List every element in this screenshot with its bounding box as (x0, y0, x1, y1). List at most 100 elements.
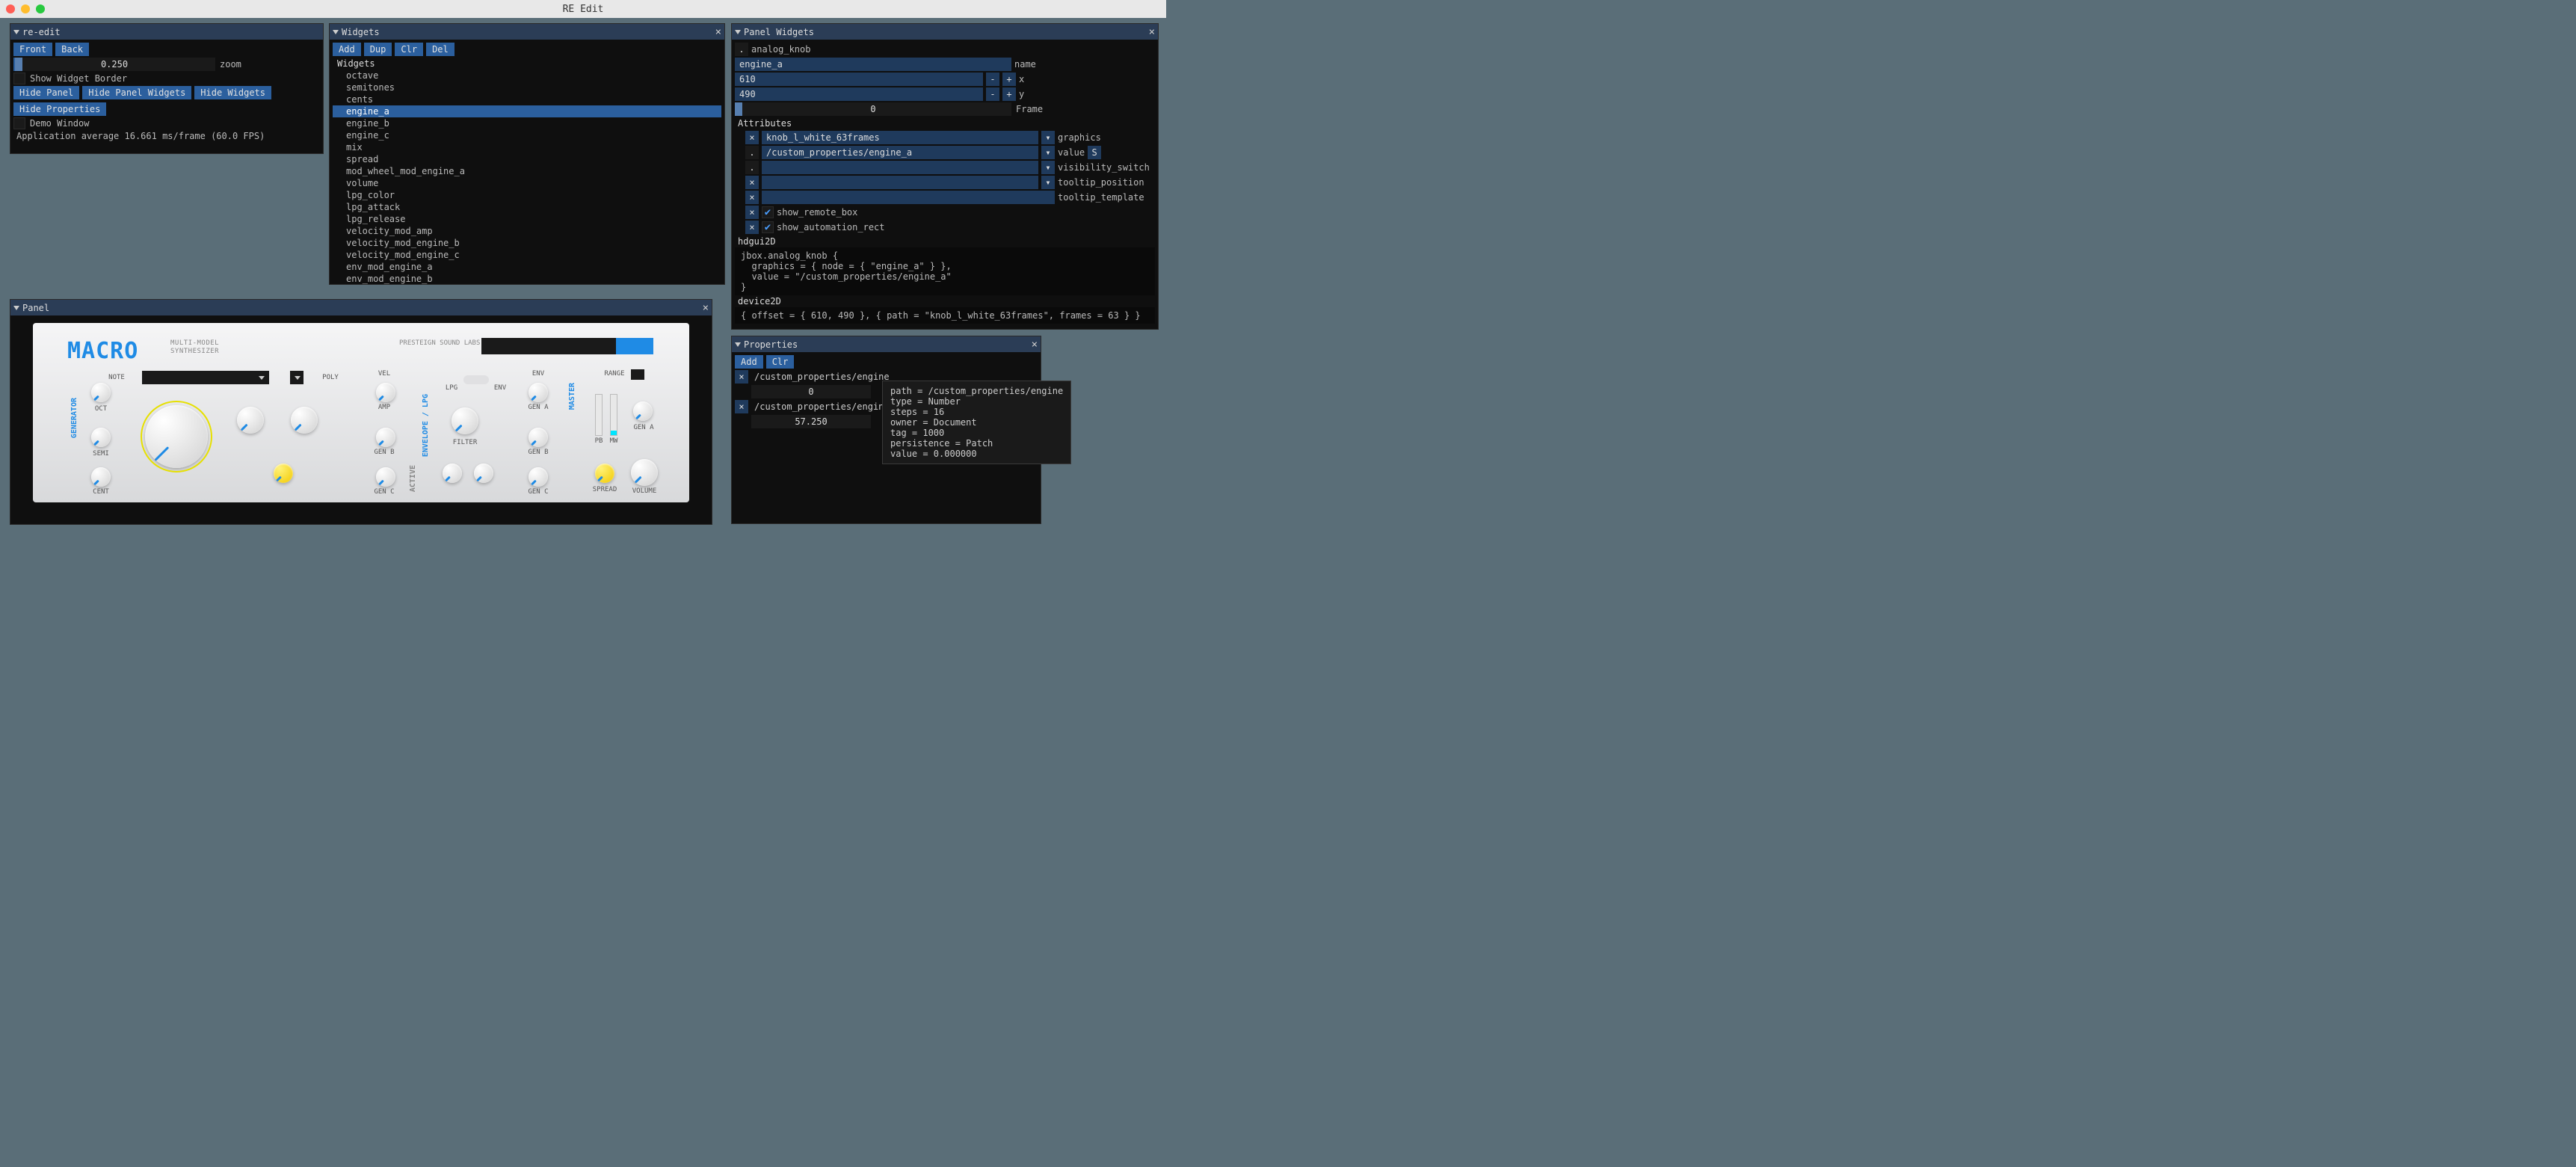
close-window-icon[interactable] (6, 4, 15, 13)
add-widget-button[interactable]: Add (333, 43, 361, 56)
attributes-header[interactable]: Attributes (735, 117, 1155, 129)
widget-item[interactable]: lpg_attack (333, 201, 721, 213)
widget-item[interactable]: mod_wheel_mod_engine_a (333, 165, 721, 177)
show-widget-border-checkbox[interactable] (13, 73, 25, 84)
cent-knob[interactable] (91, 467, 111, 487)
y-increment[interactable]: + (1002, 87, 1016, 101)
engine-a-knob[interactable] (145, 405, 208, 468)
attr-value-input[interactable] (762, 146, 1038, 159)
add-property-button[interactable]: Add (735, 355, 763, 369)
hide-panel-button[interactable]: Hide Panel (13, 86, 79, 99)
attr-tooltip-tpl-reset[interactable]: × (745, 191, 759, 204)
vel-amp-knob[interactable] (376, 383, 395, 402)
zoom-window-icon[interactable] (36, 4, 45, 13)
attr-graphics-reset[interactable]: × (745, 131, 759, 144)
attr-visibility-input[interactable] (762, 161, 1038, 174)
note-combo[interactable] (142, 371, 269, 384)
attr-tooltip-pos-input[interactable] (762, 176, 1038, 189)
hide-properties-button[interactable]: Hide Properties (13, 102, 106, 116)
re-edit-header[interactable]: re-edit (10, 24, 323, 40)
panel-header[interactable]: Panel × (10, 300, 712, 315)
widget-item[interactable]: octave (333, 70, 721, 81)
widget-item[interactable]: lpg_color (333, 189, 721, 201)
dropdown-icon[interactable]: ▾ (1041, 161, 1055, 174)
env-genb-knob[interactable] (529, 428, 548, 447)
attr-value-reset[interactable]: . (745, 146, 759, 159)
lpg-attack-knob[interactable] (443, 464, 462, 483)
spread-knob[interactable] (595, 464, 614, 483)
attr-value-s[interactable]: S (1088, 146, 1101, 159)
properties-header[interactable]: Properties × (732, 336, 1041, 352)
del-widget-button[interactable]: Del (426, 43, 455, 56)
env-gena-knob[interactable] (529, 383, 548, 402)
widget-item[interactable]: velocity_mod_engine_c (333, 249, 721, 261)
widget-item[interactable]: mix (333, 141, 721, 153)
close-icon[interactable]: × (1032, 339, 1038, 351)
device-header[interactable]: device2D (735, 295, 1155, 307)
hdgui-header[interactable]: hdgui2D (735, 235, 1155, 247)
mix-knob[interactable] (274, 464, 293, 483)
attr-tooltip-tpl-input[interactable] (762, 191, 1055, 204)
widget-item[interactable]: engine_b (333, 117, 721, 129)
lpg-release-knob[interactable] (474, 464, 493, 483)
property-remove[interactable]: × (735, 370, 748, 384)
x-decrement[interactable]: - (986, 73, 999, 86)
property-value-slider[interactable]: 57.250 (751, 415, 871, 428)
engine-c-knob[interactable] (291, 407, 318, 434)
close-icon[interactable]: × (703, 302, 709, 314)
widget-item[interactable]: velocity_mod_amp (333, 225, 721, 237)
volume-knob[interactable] (631, 459, 658, 486)
vel-genb-knob[interactable] (376, 428, 395, 447)
widget-item[interactable]: volume (333, 177, 721, 189)
attr-graphics-input[interactable] (762, 131, 1038, 144)
dup-widget-button[interactable]: Dup (364, 43, 392, 56)
range-indicator[interactable] (631, 369, 644, 380)
semi-knob[interactable] (91, 428, 111, 447)
hide-panel-widgets-button[interactable]: Hide Panel Widgets (82, 86, 191, 99)
widget-item[interactable]: spread (333, 153, 721, 165)
pb-bar[interactable] (595, 394, 603, 436)
widget-item[interactable]: engine_a (333, 105, 721, 117)
y-decrement[interactable]: - (986, 87, 999, 101)
widget-item[interactable]: velocity_mod_engine_b (333, 237, 721, 249)
show-remote-checkbox[interactable]: ✔ (762, 206, 774, 218)
minimize-window-icon[interactable] (21, 4, 30, 13)
widget-item[interactable]: engine_c (333, 129, 721, 141)
widget-y-input[interactable] (735, 87, 983, 101)
widget-item[interactable]: env_mod_engine_a (333, 261, 721, 273)
filter-knob[interactable] (452, 407, 478, 434)
poly-combo[interactable] (290, 371, 303, 384)
dropdown-icon[interactable]: ▾ (1041, 176, 1055, 189)
oct-knob[interactable] (91, 383, 111, 402)
widget-item[interactable]: cents (333, 93, 721, 105)
dropdown-icon[interactable]: ▾ (1041, 131, 1055, 144)
front-button[interactable]: Front (13, 43, 52, 56)
engine-b-knob[interactable] (237, 407, 264, 434)
widget-x-input[interactable] (735, 73, 983, 86)
widgets-header[interactable]: Widgets × (330, 24, 724, 40)
close-icon[interactable]: × (1149, 26, 1155, 38)
widget-item[interactable]: lpg_release (333, 213, 721, 225)
property-value-slider[interactable]: 0 (751, 385, 871, 398)
widget-item[interactable]: env_mod_engine_b (333, 273, 721, 285)
attr-show-automation-reset[interactable]: × (745, 221, 759, 234)
widget-type-reset[interactable]: . (735, 43, 748, 56)
close-icon[interactable]: × (715, 26, 721, 38)
attr-tooltip-pos-reset[interactable]: × (745, 176, 759, 189)
dropdown-icon[interactable]: ▾ (1041, 146, 1055, 159)
env-genc-knob[interactable] (529, 467, 548, 487)
widget-name-input[interactable] (735, 58, 1011, 71)
clr-property-button[interactable]: Clr (766, 355, 795, 369)
back-button[interactable]: Back (55, 43, 89, 56)
demo-window-checkbox[interactable] (13, 117, 25, 129)
frame-slider[interactable]: 0 (735, 102, 1011, 116)
clr-widget-button[interactable]: Clr (395, 43, 423, 56)
attr-show-remote-reset[interactable]: × (745, 206, 759, 219)
mw-gena-knob[interactable] (633, 401, 653, 421)
property-remove[interactable]: × (735, 400, 748, 413)
panel-widgets-header[interactable]: Panel Widgets × (732, 24, 1158, 40)
mw-bar[interactable] (610, 394, 617, 436)
lpg-env-toggle[interactable] (463, 375, 489, 384)
widgets-root[interactable]: Widgets (333, 58, 721, 70)
show-automation-checkbox[interactable]: ✔ (762, 221, 774, 233)
